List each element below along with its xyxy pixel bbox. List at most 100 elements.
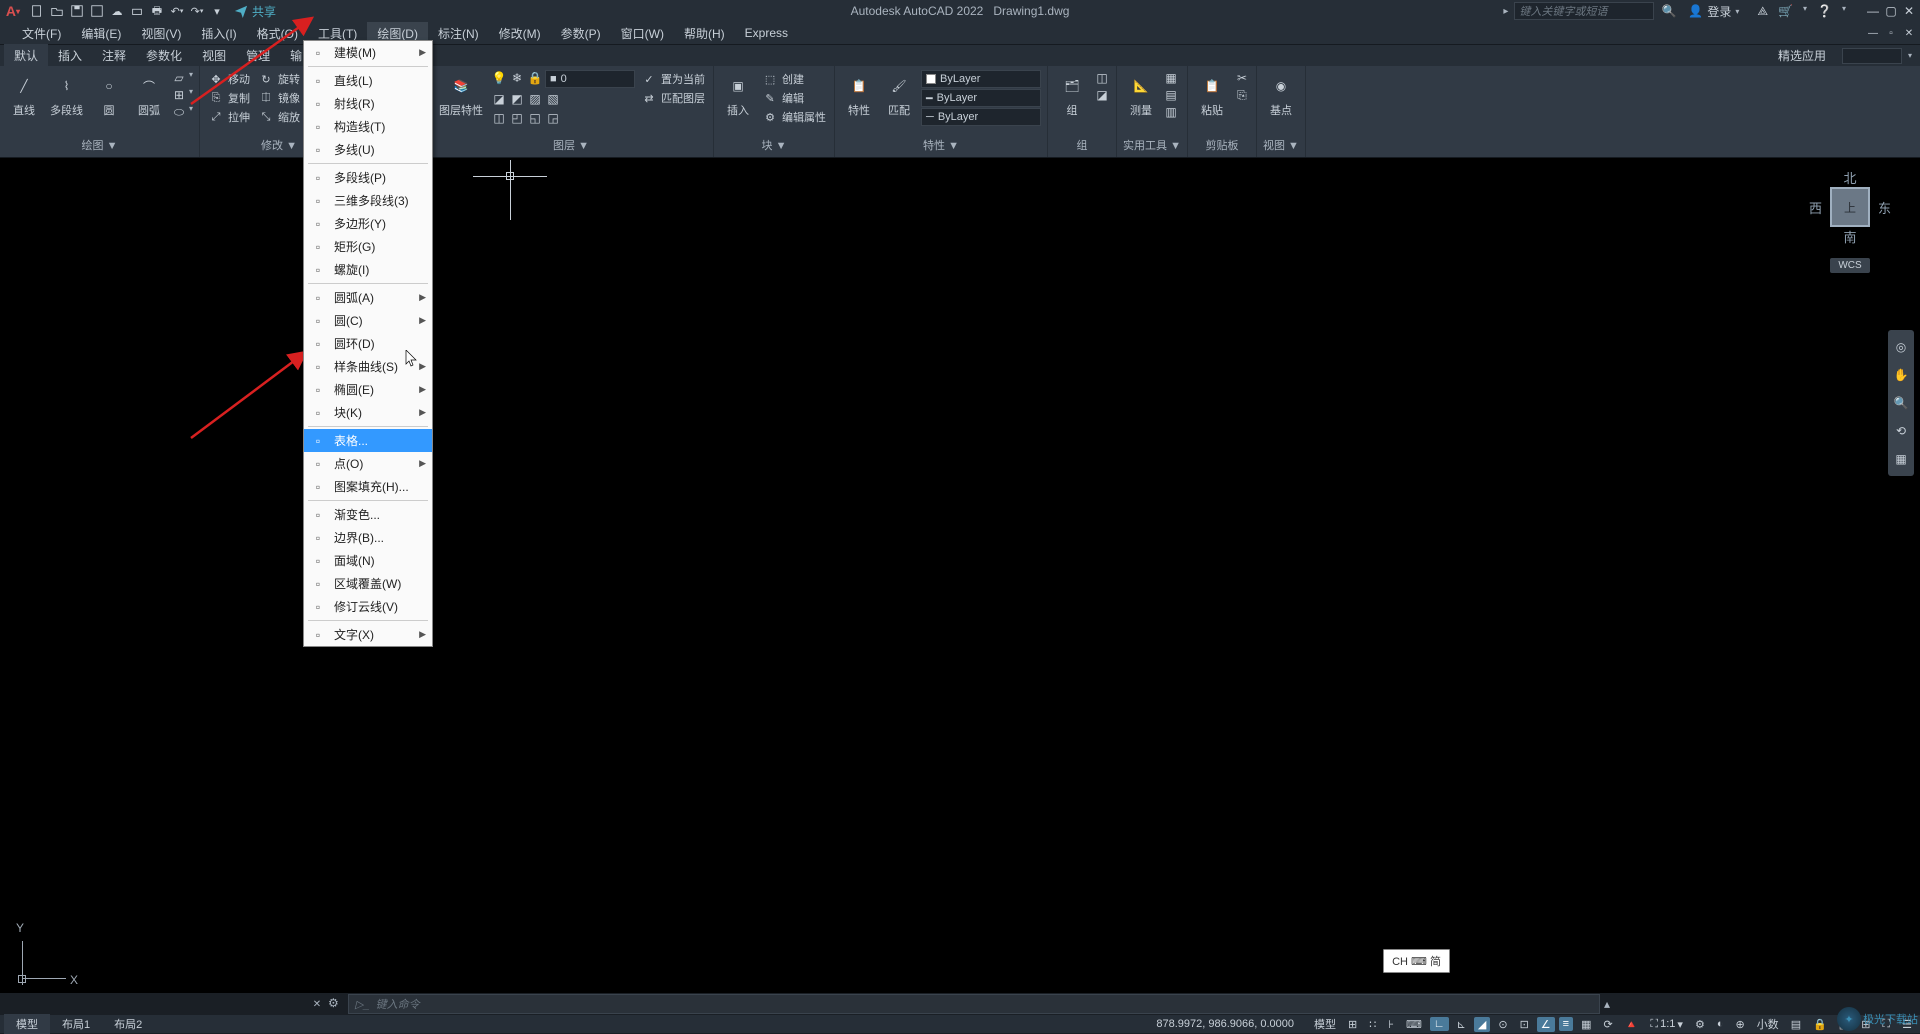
menu-item-多边形Y[interactable]: ▫多边形(Y): [304, 212, 432, 235]
create-block-button[interactable]: ⬚创建: [760, 70, 828, 88]
group-sub1-icon[interactable]: ◫: [1094, 70, 1110, 86]
wcs-badge[interactable]: WCS: [1830, 258, 1869, 273]
command-input[interactable]: ▷_ 键入命令: [348, 994, 1600, 1014]
menu-item-直线L[interactable]: ▫直线(L): [304, 69, 432, 92]
menu-modify[interactable]: 修改(M): [489, 22, 551, 45]
nav-zoom-icon[interactable]: 🔍: [1890, 392, 1912, 414]
plot-icon[interactable]: [128, 2, 146, 20]
set-current-button[interactable]: ✓置为当前: [639, 70, 707, 88]
viewcube-top[interactable]: 上: [1830, 187, 1870, 227]
menu-param[interactable]: 参数(P): [551, 22, 611, 45]
layer-combo[interactable]: ■ 0: [545, 70, 635, 88]
status-annomon-icon[interactable]: ⊕: [1731, 1018, 1748, 1031]
help-icon[interactable]: ❔: [1817, 4, 1832, 19]
status-lock-icon[interactable]: 🔒: [1809, 1018, 1831, 1031]
menu-item-圆弧A[interactable]: ▫圆弧(A)▶: [304, 286, 432, 309]
status-grid-icon[interactable]: ⊞: [1344, 1018, 1361, 1031]
rtab-annotate[interactable]: 注释: [92, 43, 136, 68]
status-isodraft-icon[interactable]: ◢: [1474, 1017, 1490, 1032]
cart-icon[interactable]: 🛒: [1778, 4, 1793, 19]
lineweight-combo[interactable]: ━ ByLayer: [921, 89, 1041, 107]
search-input[interactable]: 键入关键字或短语: [1514, 2, 1654, 20]
status-infer-icon[interactable]: ⊦: [1384, 1018, 1398, 1031]
status-scale[interactable]: ⛶ 1:1 ▾: [1646, 1018, 1687, 1031]
menu-item-建模M[interactable]: ▫建模(M)▶: [304, 41, 432, 64]
open-icon[interactable]: [48, 2, 66, 20]
layer-c1-icon[interactable]: ◫: [491, 110, 507, 126]
viewcube[interactable]: 北 西 上 东 南 WCS: [1800, 168, 1900, 298]
save-icon[interactable]: [68, 2, 86, 20]
menu-window[interactable]: 窗口(W): [611, 22, 674, 45]
login-button[interactable]: 👤 登录 ▾: [1688, 3, 1739, 20]
status-polar-icon[interactable]: ⊾: [1453, 1018, 1470, 1031]
status-ortho-icon[interactable]: ∟: [1430, 1017, 1449, 1031]
menu-item-块K[interactable]: ▫块(K)▶: [304, 401, 432, 424]
status-snap-icon[interactable]: ∷: [1365, 1018, 1380, 1031]
close-icon[interactable]: ✕: [1902, 4, 1916, 18]
doc-restore-icon[interactable]: ▫: [1884, 26, 1898, 40]
rtab-default[interactable]: 默认: [4, 43, 48, 68]
color-combo[interactable]: ByLayer: [921, 70, 1041, 88]
menu-edit[interactable]: 编辑(E): [71, 22, 131, 45]
layer-lock-icon[interactable]: 🔒: [527, 70, 543, 86]
copy-clip-icon[interactable]: ⎘: [1234, 87, 1250, 103]
menu-view[interactable]: 视图(V): [131, 22, 191, 45]
maximize-icon[interactable]: ▢: [1884, 4, 1898, 18]
polyline-button[interactable]: ⌇多段线: [46, 70, 87, 120]
edit-block-button[interactable]: ✎编辑: [760, 89, 828, 107]
layer-viz-icon[interactable]: 💡: [491, 70, 507, 86]
paste-button[interactable]: 📋粘贴: [1194, 70, 1230, 120]
properties-button[interactable]: 📋特性: [841, 70, 877, 120]
measure-button[interactable]: 📐测量: [1123, 70, 1159, 120]
layer-b1-icon[interactable]: ◪: [491, 91, 507, 107]
layer-b2-icon[interactable]: ◩: [509, 91, 525, 107]
autodesk-icon[interactable]: ⟁: [1757, 4, 1768, 19]
nav-orbit-icon[interactable]: ⟲: [1890, 420, 1912, 442]
tab-layout1[interactable]: 布局1: [50, 1014, 102, 1034]
layer-b3-icon[interactable]: ▨: [527, 91, 543, 107]
status-annoscale-icon[interactable]: 🔺: [1621, 1018, 1643, 1031]
layer-c2-icon[interactable]: ◰: [509, 110, 525, 126]
print-icon[interactable]: 🖶: [148, 2, 166, 20]
menu-express[interactable]: Express: [735, 23, 798, 43]
menu-item-矩形G[interactable]: ▫矩形(G): [304, 235, 432, 258]
doc-close-icon[interactable]: ✕: [1902, 26, 1916, 40]
status-units[interactable]: 小数: [1753, 1016, 1783, 1032]
insert-block-button[interactable]: ▣插入: [720, 70, 756, 120]
status-lwt-icon[interactable]: ≡: [1559, 1017, 1573, 1031]
status-3dosnap-icon[interactable]: ⊡: [1516, 1018, 1533, 1031]
layer-c3-icon[interactable]: ◱: [527, 110, 543, 126]
menu-item-文字X[interactable]: ▫文字(X)▶: [304, 623, 432, 646]
match-props-button[interactable]: 🖌匹配: [881, 70, 917, 120]
drawing-canvas[interactable]: [0, 158, 1920, 993]
rtab-featured[interactable]: 精选应用: [1768, 43, 1836, 68]
minimize-icon[interactable]: —: [1866, 4, 1880, 18]
group-sub2-icon[interactable]: ◪: [1094, 87, 1110, 103]
status-cycle-icon[interactable]: ⟳: [1599, 1018, 1616, 1031]
ribbon-state-box[interactable]: [1842, 48, 1902, 64]
menu-item-多线U[interactable]: ▫多线(U): [304, 138, 432, 161]
menu-item-区域覆盖W[interactable]: ▫区域覆盖(W): [304, 572, 432, 595]
cmdline-history-icon[interactable]: ▴: [1604, 997, 1620, 1011]
menu-item-三维多段线[interactable]: ▫三维多段线(3): [304, 189, 432, 212]
status-transp-icon[interactable]: ▦: [1577, 1018, 1595, 1031]
rtab-insert[interactable]: 插入: [48, 43, 92, 68]
util-sub3-icon[interactable]: ▥: [1163, 104, 1179, 120]
arc-button[interactable]: ⌒圆弧: [131, 70, 167, 120]
undo-icon[interactable]: ↶▾: [168, 2, 186, 20]
menu-dimension[interactable]: 标注(N): [428, 22, 489, 45]
cut-icon[interactable]: ✂: [1234, 70, 1250, 86]
menu-item-面域N[interactable]: ▫面域(N): [304, 549, 432, 572]
status-otrack-icon[interactable]: ∠: [1537, 1017, 1555, 1032]
menu-help[interactable]: 帮助(H): [674, 22, 735, 45]
menu-item-点O[interactable]: ▫点(O)▶: [304, 452, 432, 475]
layer-props-button[interactable]: 📚图层特性: [435, 70, 487, 120]
layer-b4-icon[interactable]: ▧: [545, 91, 561, 107]
web-icon[interactable]: ☁: [108, 2, 126, 20]
tab-model[interactable]: 模型: [4, 1014, 50, 1034]
status-ws-icon[interactable]: ◐: [1713, 1018, 1728, 1030]
menu-item-多段线P[interactable]: ▫多段线(P): [304, 166, 432, 189]
edit-attr-button[interactable]: ⚙编辑属性: [760, 108, 828, 126]
status-gear-icon[interactable]: ⚙: [1691, 1018, 1709, 1031]
menu-file[interactable]: 文件(F): [12, 22, 71, 45]
